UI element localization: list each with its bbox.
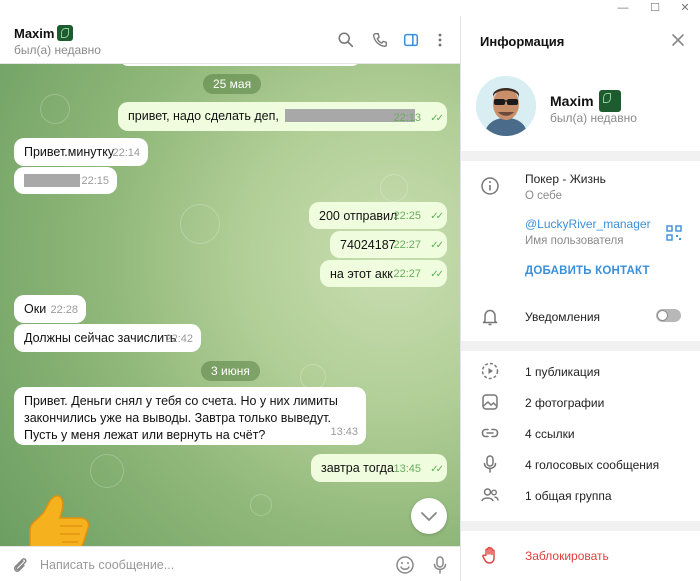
message-time: 22:15 bbox=[81, 175, 109, 187]
microphone-icon bbox=[483, 455, 497, 473]
previous-message-edge bbox=[120, 64, 360, 66]
message-outgoing[interactable]: привет, надо сделать деп, 22:13 ✓✓ bbox=[118, 102, 447, 131]
scroll-to-bottom-button[interactable] bbox=[411, 498, 447, 534]
double-check-icon: ✓✓ bbox=[430, 211, 444, 222]
bio-text: Покер - Жизнь bbox=[525, 172, 606, 186]
profile-name-text: Maxim bbox=[550, 93, 594, 109]
chevron-down-icon bbox=[421, 512, 437, 521]
media-row-voice-messages[interactable]: 4 голосовых сообщения bbox=[525, 458, 659, 472]
message-incoming[interactable]: Привет. Деньги снял у тебя со счета. Но … bbox=[14, 387, 366, 445]
message-incoming[interactable]: Оки 22:28 bbox=[14, 295, 86, 323]
info-panel: Информация Maxim был(а) недавно Покер - … bbox=[461, 16, 700, 581]
message-text: привет, надо сделать деп, bbox=[128, 109, 279, 123]
double-check-icon: ✓✓ bbox=[430, 464, 444, 475]
background-doodle bbox=[90, 454, 124, 488]
double-check-icon: ✓✓ bbox=[430, 240, 444, 251]
username-link[interactable]: @LuckyRiver_manager bbox=[525, 217, 651, 231]
chat-header[interactable]: Maxim был(а) недавно bbox=[0, 16, 460, 64]
message-text: Привет. Деньги снял у тебя со счета. Но … bbox=[24, 394, 338, 442]
sidebar-toggle-icon[interactable] bbox=[402, 31, 420, 49]
avatar[interactable] bbox=[476, 76, 536, 136]
message-text: завтра тогда bbox=[321, 461, 394, 475]
compose-bar bbox=[0, 546, 460, 581]
message-outgoing[interactable]: на этот акк 22:27 ✓✓ bbox=[320, 260, 447, 287]
date-divider: 3 июня bbox=[201, 361, 260, 381]
publication-icon bbox=[481, 362, 499, 380]
microphone-icon[interactable] bbox=[430, 555, 450, 575]
link-icon bbox=[481, 428, 499, 438]
message-time: 22:13 bbox=[393, 112, 421, 124]
search-icon[interactable] bbox=[337, 31, 355, 49]
message-time: 22:42 bbox=[165, 333, 193, 345]
date-divider: 25 мая bbox=[203, 74, 262, 94]
double-check-icon: ✓✓ bbox=[430, 269, 444, 280]
redacted-block bbox=[24, 174, 80, 187]
message-time: 13:45 bbox=[393, 463, 421, 475]
section-separator bbox=[461, 341, 700, 351]
paperclip-icon[interactable] bbox=[10, 555, 30, 575]
media-row-publications[interactable]: 1 публикация bbox=[525, 365, 600, 379]
background-doodle bbox=[250, 494, 272, 516]
message-incoming[interactable]: Должны сейчас зачислить 22:42 bbox=[14, 324, 201, 352]
background-doodle bbox=[380, 174, 408, 202]
message-time: 22:25 bbox=[393, 210, 421, 222]
message-time: 22:28 bbox=[50, 304, 78, 316]
chat-status: был(а) недавно bbox=[14, 43, 101, 57]
info-icon bbox=[481, 177, 499, 195]
chat-title[interactable]: Maxim bbox=[14, 25, 74, 41]
message-time: 22:14 bbox=[112, 147, 140, 159]
message-input[interactable] bbox=[40, 555, 380, 575]
profile-photo bbox=[476, 76, 536, 136]
minimize-button[interactable]: — bbox=[608, 1, 638, 15]
group-icon bbox=[481, 488, 499, 502]
close-icon[interactable] bbox=[670, 32, 686, 48]
double-check-icon: ✓✓ bbox=[430, 113, 444, 124]
message-outgoing[interactable]: 200 отправил 22:25 ✓✓ bbox=[309, 202, 447, 229]
poker-logo-badge-icon bbox=[57, 25, 74, 41]
maximize-button[interactable]: ☐ bbox=[640, 1, 670, 15]
message-text: Должны сейчас зачислить bbox=[24, 331, 177, 345]
message-incoming[interactable]: Привет.минутку 22:14 bbox=[14, 138, 148, 166]
poker-logo-badge-icon bbox=[598, 90, 621, 112]
more-vertical-icon[interactable] bbox=[431, 31, 449, 49]
close-window-button[interactable]: ✕ bbox=[670, 1, 700, 15]
phone-icon[interactable] bbox=[371, 31, 389, 49]
notifications-label: Уведомления bbox=[525, 310, 601, 324]
qr-code-icon[interactable] bbox=[666, 225, 682, 241]
info-title: Информация bbox=[480, 34, 565, 49]
chat-history[interactable]: 25 мая привет, надо сделать деп, 22:13 ✓… bbox=[0, 64, 460, 546]
bio-label: О себе bbox=[525, 190, 563, 202]
media-row-common-groups[interactable]: 1 общая группа bbox=[525, 489, 612, 503]
message-text: 200 отправил bbox=[319, 209, 398, 223]
bell-icon bbox=[482, 309, 498, 326]
emoji-icon[interactable] bbox=[395, 555, 415, 575]
block-hand-icon bbox=[482, 546, 495, 564]
chat-name: Maxim bbox=[14, 26, 55, 41]
message-time: 22:27 bbox=[393, 239, 421, 251]
photo-icon bbox=[482, 394, 498, 410]
background-doodle bbox=[40, 94, 70, 124]
message-outgoing[interactable]: завтра тогда 13:45 ✓✓ bbox=[311, 454, 447, 482]
profile-status: был(а) недавно bbox=[550, 111, 637, 125]
message-text: Оки bbox=[24, 302, 47, 316]
profile-name: Maxim bbox=[550, 90, 621, 112]
message-text: на этот акк bbox=[330, 267, 393, 281]
add-contact-button[interactable]: ДОБАВИТЬ КОНТАКТ bbox=[525, 265, 650, 277]
block-user-button[interactable]: Заблокировать bbox=[525, 549, 609, 563]
message-text: 74024187 bbox=[340, 238, 396, 252]
media-row-photos[interactable]: 2 фотографии bbox=[525, 396, 604, 410]
message-outgoing[interactable]: 74024187 22:27 ✓✓ bbox=[330, 231, 447, 258]
notifications-toggle[interactable] bbox=[656, 309, 681, 322]
message-incoming[interactable]: 22:15 bbox=[14, 167, 117, 194]
message-text: Привет.минутку bbox=[24, 145, 115, 159]
window-titlebar: — ☐ ✕ bbox=[0, 0, 700, 16]
thumbs-up-sticker-icon[interactable] bbox=[20, 492, 92, 552]
message-time: 13:43 bbox=[330, 426, 358, 438]
username-label: Имя пользователя bbox=[525, 235, 624, 247]
message-time: 22:27 bbox=[393, 268, 421, 280]
section-separator bbox=[461, 151, 700, 161]
background-doodle bbox=[180, 204, 220, 244]
media-row-links[interactable]: 4 ссылки bbox=[525, 427, 575, 441]
section-separator bbox=[461, 521, 700, 531]
